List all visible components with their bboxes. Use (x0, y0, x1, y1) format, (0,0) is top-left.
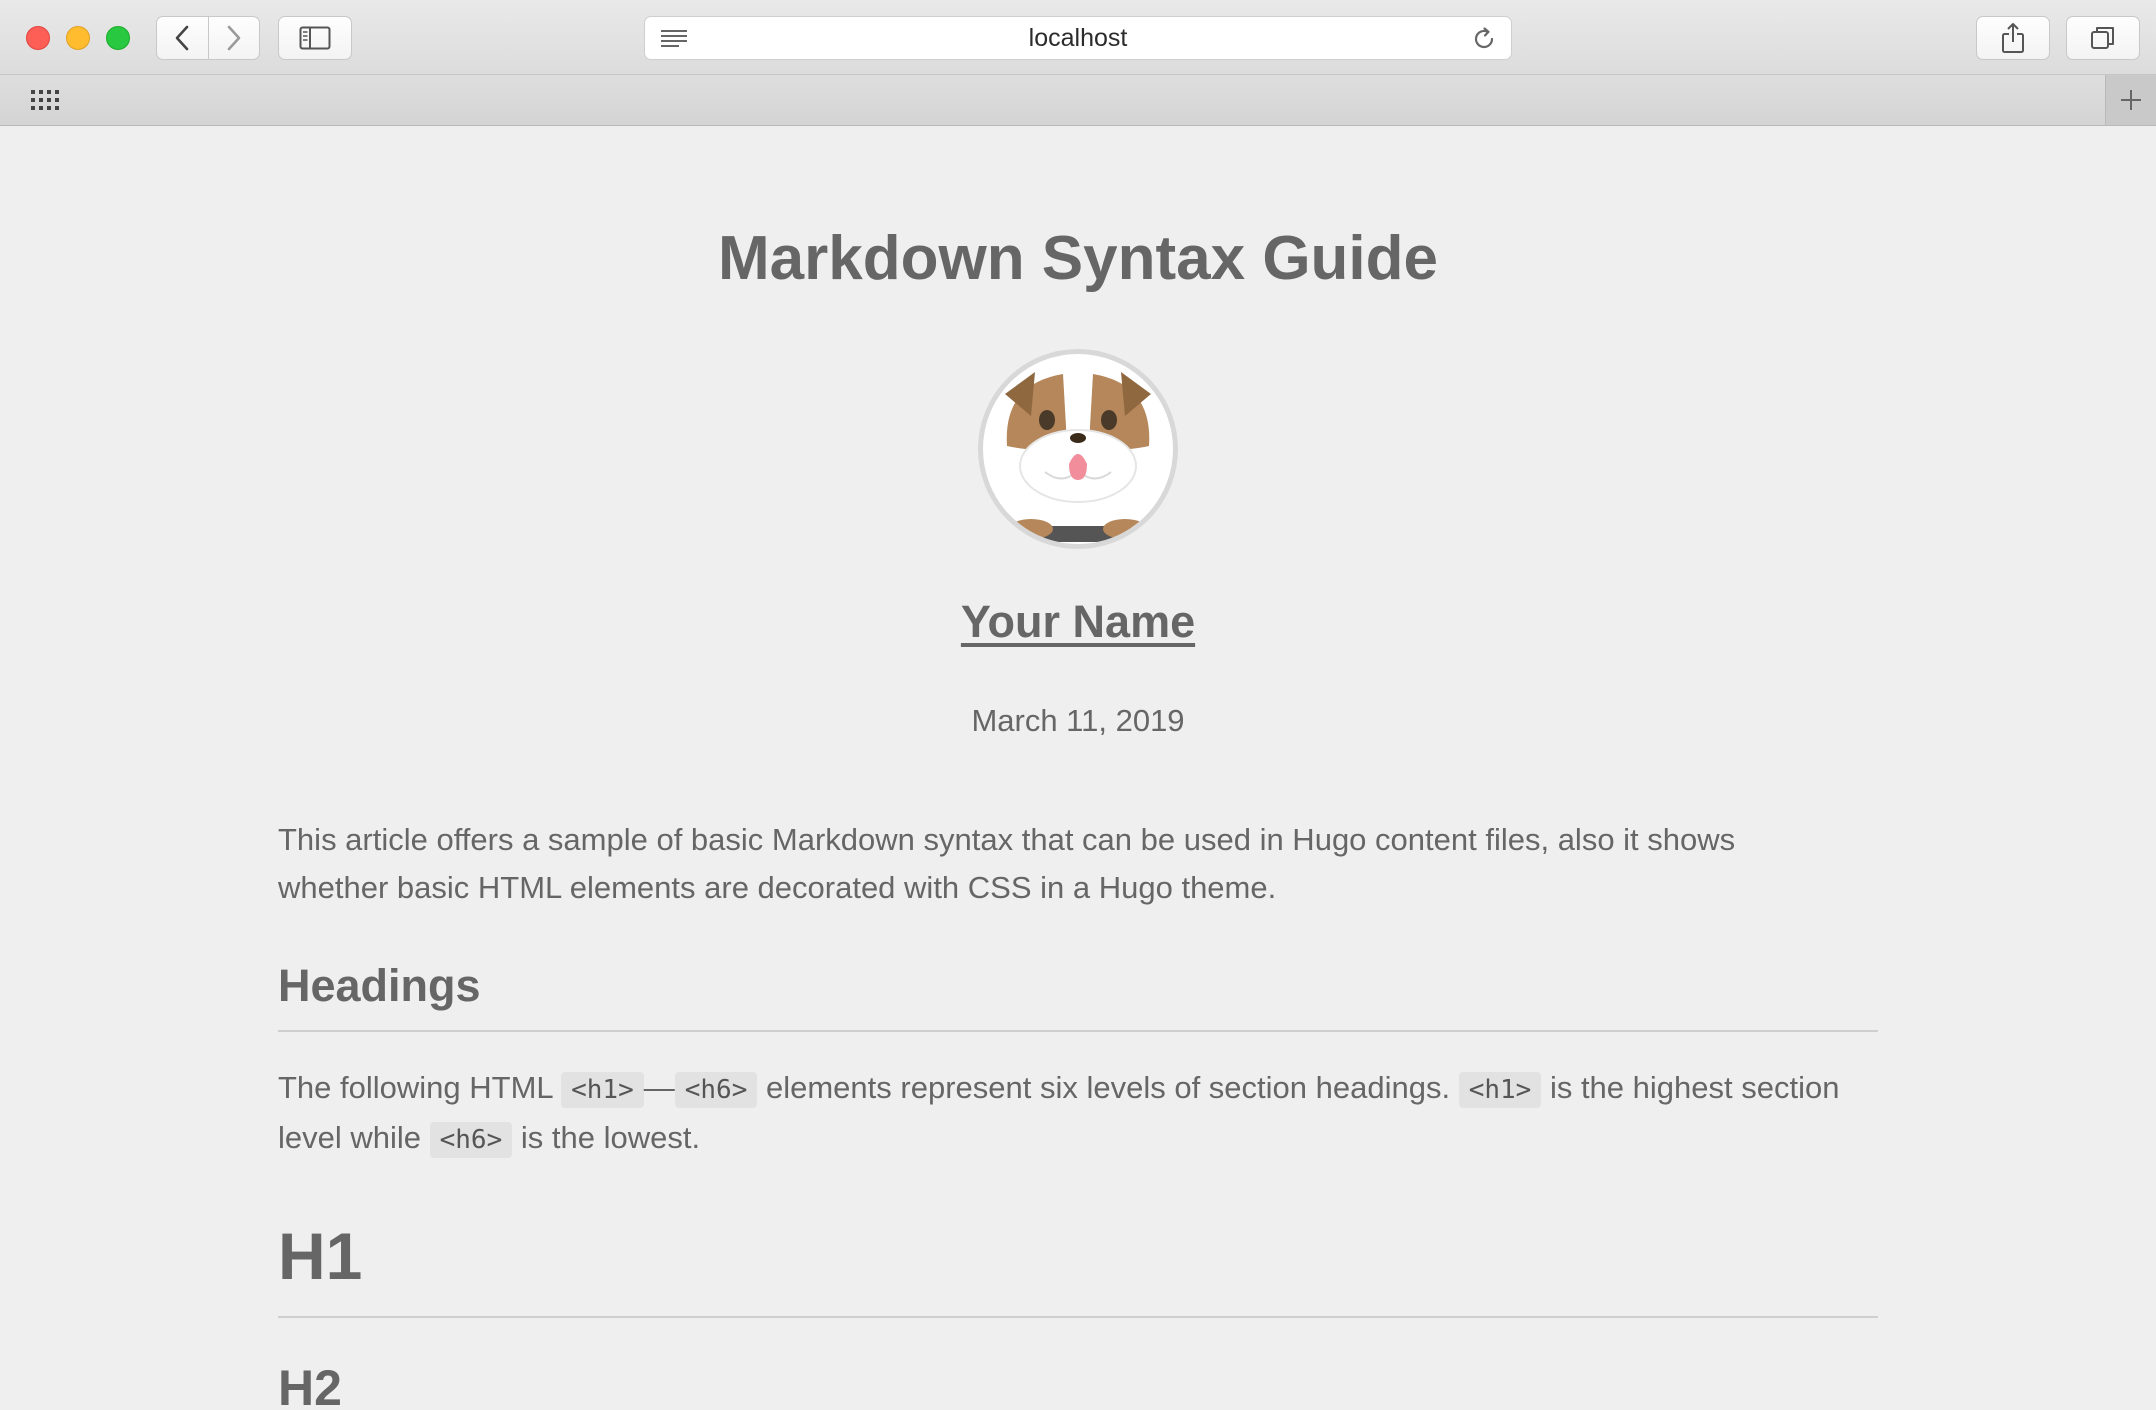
article-date: March 11, 2019 (971, 703, 1185, 738)
sidebar-icon (299, 26, 331, 50)
text-fragment: The following HTML (278, 1070, 562, 1105)
share-icon (2002, 23, 2024, 53)
h1-demo-heading: H1 (278, 1216, 1878, 1318)
chevron-right-icon (227, 25, 241, 51)
apps-grid-icon[interactable] (30, 89, 60, 111)
text-fragment: elements represent six levels of section… (757, 1070, 1459, 1105)
reload-icon[interactable] (1471, 26, 1497, 52)
web-page: Markdown Syntax Guide Your Name March 11… (0, 126, 2156, 1410)
headings-section-title: Headings (278, 956, 1878, 1032)
tabs-overview-icon (2091, 27, 2114, 49)
url-text: localhost (1028, 24, 1128, 52)
browser-toolbar: localhost (0, 0, 2156, 75)
browser-window: localhost Markdown Syntax Guide Your Nam… (0, 0, 2156, 1410)
close-window-button[interactable] (26, 26, 50, 50)
article-title: Markdown Syntax Guide (717, 224, 1439, 293)
h2-demo-heading: H2 (278, 1360, 342, 1410)
intro-paragraph: This article offers a sample of basic Ma… (278, 822, 1736, 905)
back-button[interactable] (157, 17, 208, 59)
inline-code: <h1> (561, 1072, 644, 1108)
show-tabs-button[interactable] (2066, 16, 2140, 60)
navigation-buttons (156, 16, 260, 60)
inline-code: <h1> (1458, 1072, 1542, 1108)
minimize-window-button[interactable] (66, 26, 90, 50)
headings-paragraph: The following HTML <h1> — <h6> elements re… (278, 1064, 1868, 1164)
share-button[interactable] (1976, 16, 2050, 60)
sidebar-toggle-button[interactable] (278, 16, 352, 60)
em-dash: — (643, 1070, 675, 1105)
author-avatar (978, 349, 1178, 549)
inline-code: <h6> (674, 1072, 758, 1108)
new-tab-button[interactable] (2105, 75, 2156, 125)
chevron-left-icon (175, 25, 189, 51)
address-bar[interactable]: localhost (644, 16, 1512, 60)
inline-code: <h6> (429, 1122, 513, 1158)
text-fragment: is the lowest. (512, 1120, 701, 1155)
maximize-window-button[interactable] (106, 26, 130, 50)
article-content: This article offers a sample of basic Ma… (278, 816, 1878, 1410)
forward-button[interactable] (208, 17, 259, 59)
bulldog-avatar-icon (1004, 372, 1152, 542)
plus-icon (2121, 90, 2141, 110)
author-link[interactable]: Your Name (0, 596, 2156, 648)
favorites-bar (0, 75, 2156, 126)
